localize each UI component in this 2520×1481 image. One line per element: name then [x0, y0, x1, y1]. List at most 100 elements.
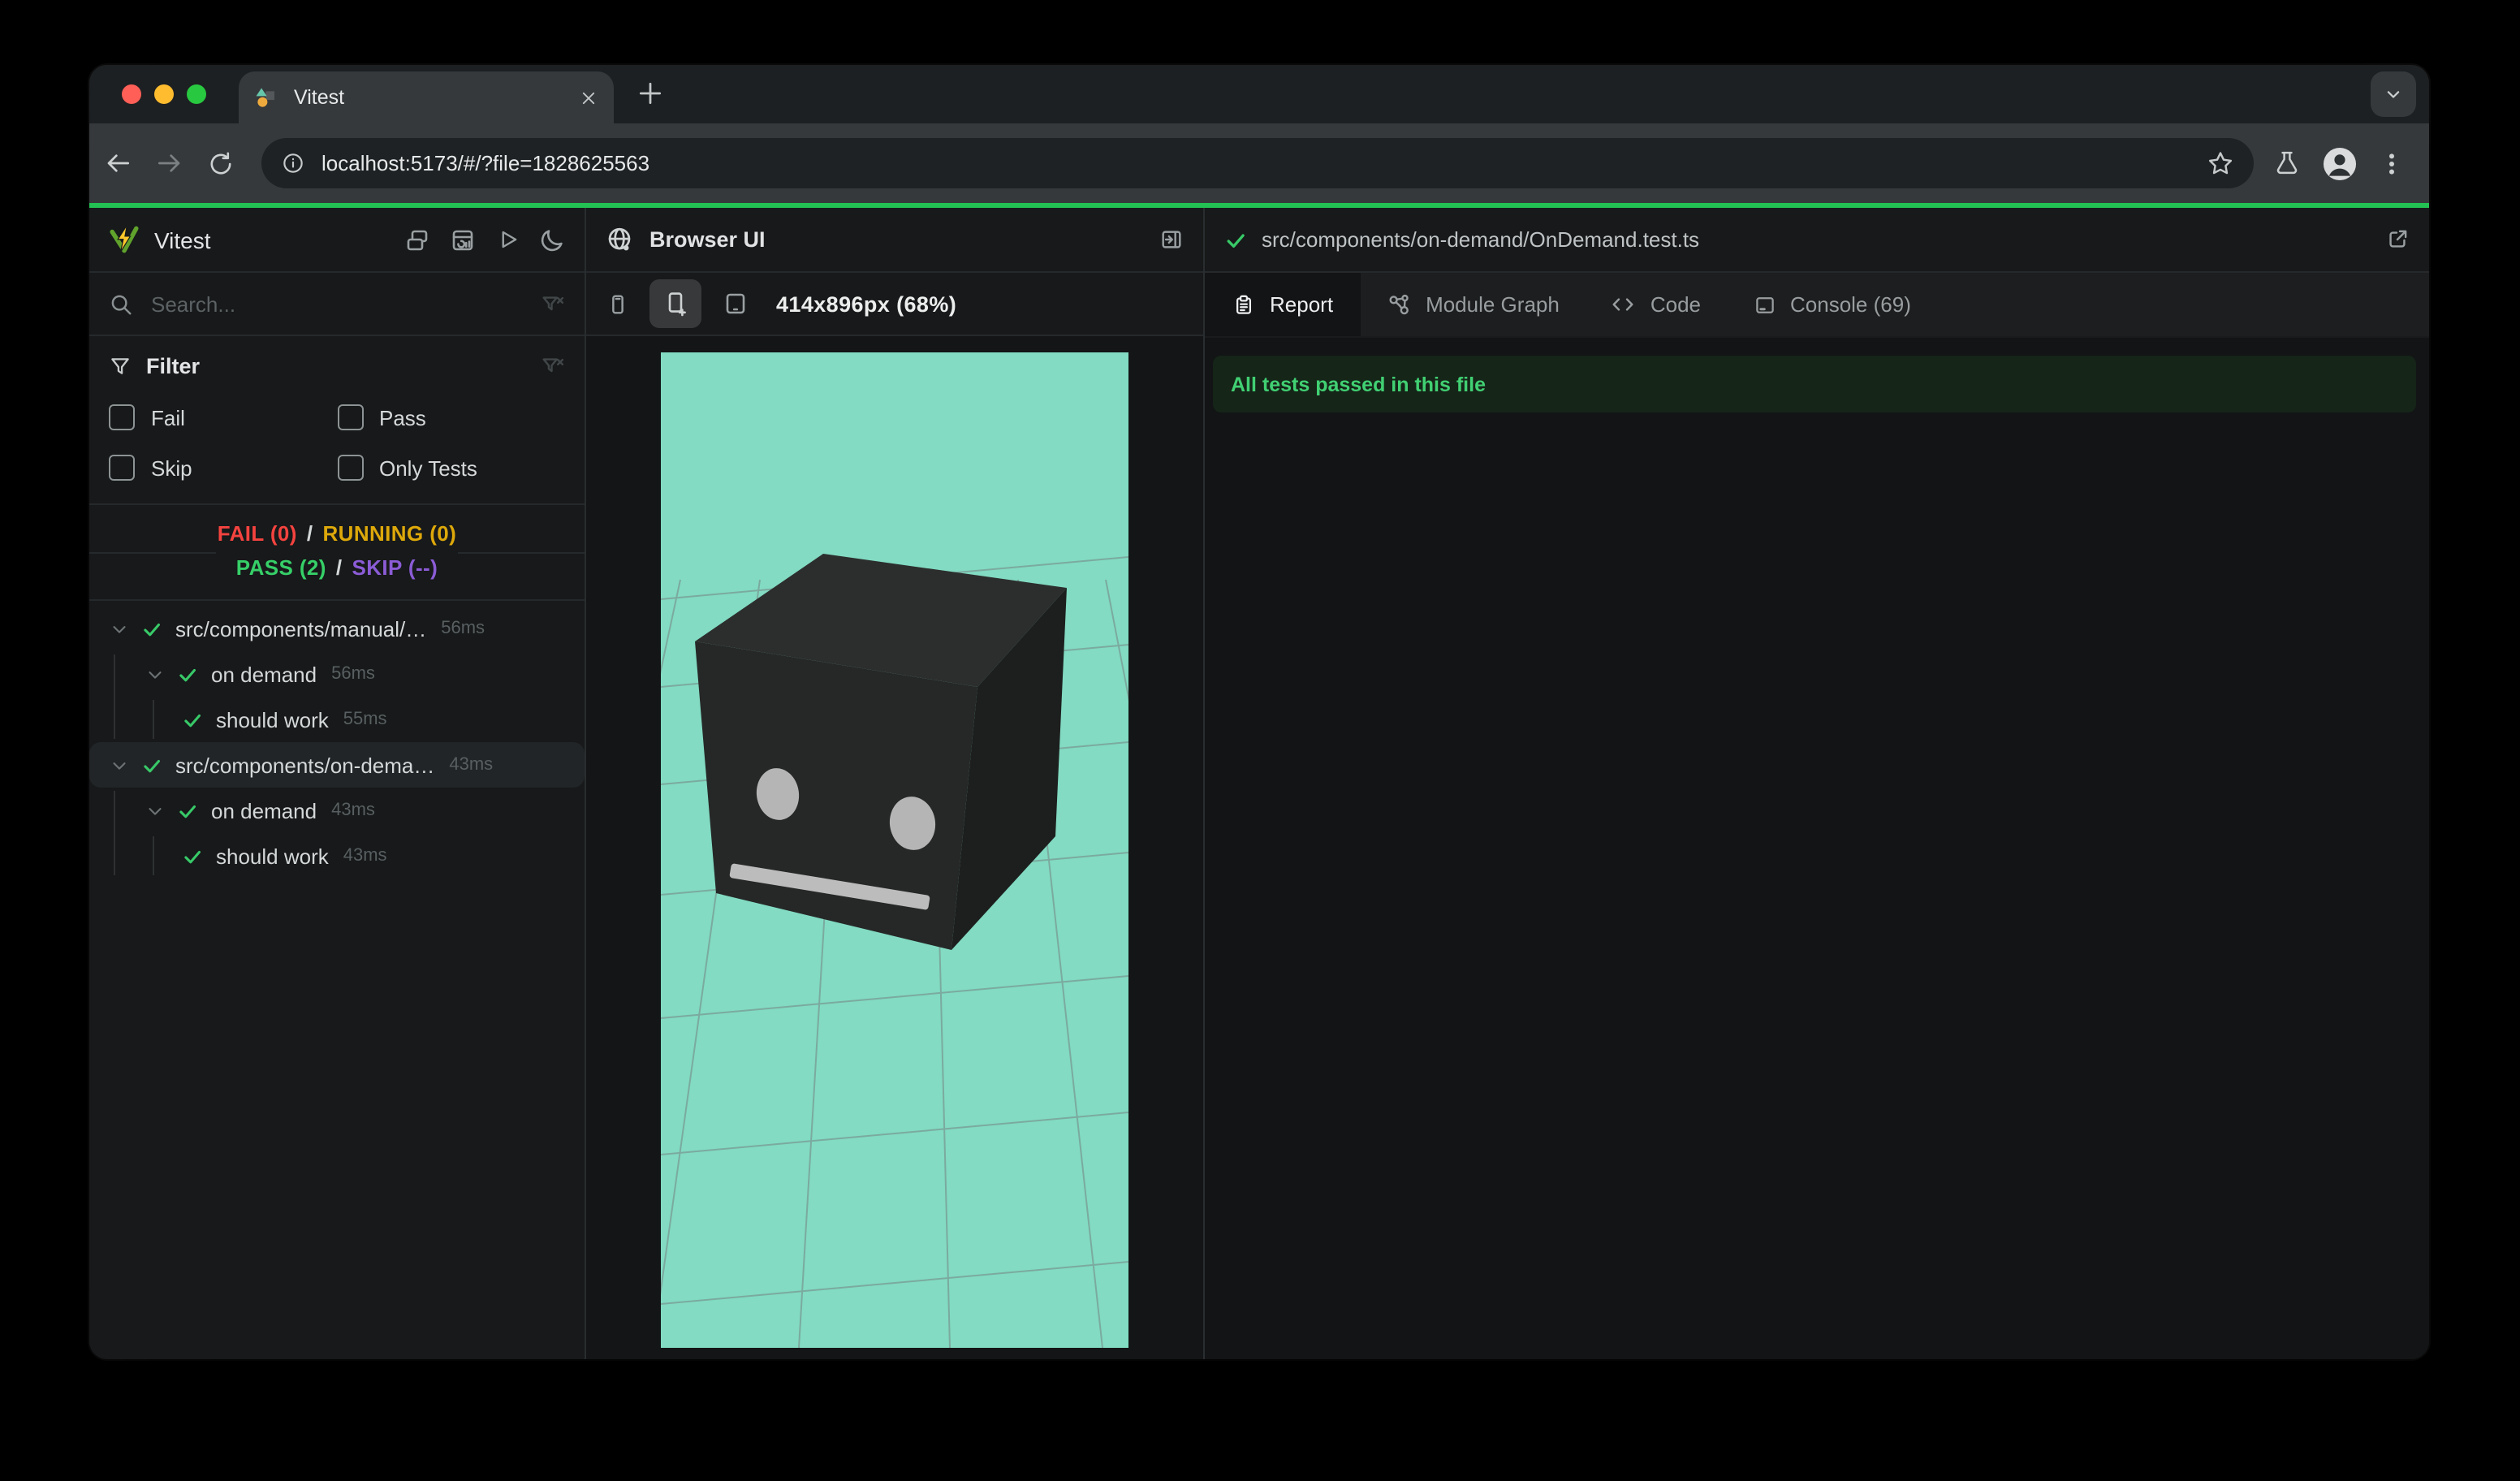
- tree-row-test[interactable]: should work 55ms: [89, 697, 585, 742]
- tree-row-suite[interactable]: on demand 56ms: [89, 651, 585, 697]
- test-tree: src/components/manual/… 56ms on demand 56ms…: [89, 601, 585, 1359]
- device-tablet-button[interactable]: [718, 279, 753, 328]
- search-icon: [111, 294, 132, 314]
- file-pass-check-icon: [1227, 233, 1245, 248]
- status-line2: PASS (2) / SKIP (--): [216, 551, 458, 585]
- tab-code-label: Code: [1650, 292, 1701, 317]
- status-part: SKIP (--): [352, 555, 438, 580]
- minimize-window-button[interactable]: [154, 84, 174, 104]
- mobile-plus-icon: [668, 292, 686, 317]
- report-tabs: Report Module Graph Code Console (69): [1205, 273, 2429, 338]
- close-window-button[interactable]: [122, 84, 141, 104]
- clear-search-filter-icon[interactable]: [541, 291, 565, 316]
- indent-guide: [153, 700, 154, 739]
- forward-button[interactable]: [154, 148, 185, 179]
- checkbox[interactable]: [109, 404, 135, 430]
- tree-row-test[interactable]: should work 43ms: [89, 833, 585, 879]
- filter-checkbox-fail[interactable]: Fail: [109, 404, 337, 430]
- device-mobile-button[interactable]: [599, 279, 635, 328]
- tree-row-file[interactable]: src/components/manual/… 56ms: [89, 606, 585, 651]
- tab-close-icon[interactable]: [580, 89, 598, 106]
- search-input[interactable]: [148, 290, 541, 317]
- tab-module-graph[interactable]: Module Graph: [1361, 273, 1586, 336]
- device-mobile-plus-button[interactable]: [649, 279, 701, 328]
- chevron-down-icon[interactable]: [145, 800, 166, 821]
- collapse-tests-icon[interactable]: [404, 227, 430, 253]
- tab-code[interactable]: Code: [1586, 273, 1727, 336]
- tab-strip: Vitest: [89, 65, 2429, 123]
- checkbox[interactable]: [337, 404, 363, 430]
- traffic-lights: [122, 84, 206, 104]
- dark-mode-moon-icon[interactable]: [539, 227, 565, 253]
- favicon-shapes-icon: [256, 87, 274, 106]
- open-in-editor-icon[interactable]: [2385, 227, 2410, 252]
- check-icon: [184, 713, 201, 727]
- status-part: /: [306, 521, 313, 546]
- chevron-down-icon[interactable]: [109, 754, 130, 775]
- indent-guide: [153, 836, 154, 875]
- check-icon: [184, 849, 201, 863]
- tab-report[interactable]: Report: [1205, 273, 1361, 336]
- tree-row-file[interactable]: src/components/on-dema… 43ms: [89, 742, 585, 788]
- url-bar[interactable]: localhost:5173/#/?file=1828625563: [261, 138, 2254, 188]
- module-graph-icon: [1389, 294, 1409, 315]
- filter-checkbox-pass[interactable]: Pass: [337, 404, 565, 430]
- zoom-window-button[interactable]: [187, 84, 206, 104]
- preview-viewport[interactable]: [661, 352, 1128, 1348]
- indent-guide: [114, 654, 115, 739]
- console-icon: [1755, 296, 1773, 313]
- tab-search-button[interactable]: [2371, 71, 2416, 117]
- report-panel: src/components/on-demand/OnDemand.test.t…: [1205, 208, 2429, 1359]
- tab-report-label: Report: [1270, 292, 1334, 317]
- browser-preview-area: [586, 336, 1203, 1359]
- check-icon: [179, 804, 196, 818]
- dashboard-icon[interactable]: [450, 227, 476, 253]
- checkbox[interactable]: [337, 455, 363, 481]
- filter-options: Fail Pass Skip Only Tests: [109, 404, 565, 481]
- run-all-icon[interactable]: [495, 227, 520, 252]
- clear-filter-icon[interactable]: [541, 354, 565, 378]
- device-toolbar: 414x896px (68%): [586, 273, 1203, 336]
- report-content: All tests passed in this file: [1205, 338, 2429, 1359]
- tree-row-suite[interactable]: on demand 43ms: [89, 788, 585, 833]
- clipboard-icon: [1236, 294, 1252, 313]
- new-tab-icon[interactable]: [636, 80, 664, 107]
- tab-console[interactable]: Console (69): [1727, 273, 1937, 336]
- globe-icon: [608, 227, 631, 251]
- sidebar: Vitest Filter: [89, 208, 586, 1359]
- status-line1: FAIL (0) / RUNNING (0): [197, 516, 477, 551]
- chevron-down-icon[interactable]: [145, 663, 166, 684]
- filter-funnel-icon: [111, 357, 129, 373]
- kebab-menu-icon[interactable]: [2379, 150, 2405, 176]
- file-header: src/components/on-demand/OnDemand.test.t…: [1205, 208, 2429, 273]
- experiments-flask-icon[interactable]: [2273, 149, 2301, 177]
- profile-avatar[interactable]: [2322, 145, 2358, 181]
- filter-title: Filter: [146, 354, 201, 378]
- tablet-icon: [726, 293, 745, 314]
- reload-button[interactable]: [206, 149, 235, 178]
- filter-checkbox-skip[interactable]: Skip: [109, 455, 337, 481]
- open-panel-right-icon[interactable]: [1159, 227, 1184, 252]
- browser-window: Vitest localhost:5173/#/?file=1828625563: [89, 65, 2429, 1359]
- code-icon: [1613, 298, 1634, 311]
- vitest-ui: Vitest Filter: [89, 208, 2429, 1359]
- status-part: FAIL (0): [217, 521, 297, 546]
- browser-tab[interactable]: Vitest: [239, 71, 614, 123]
- vitest-logo: [110, 225, 139, 253]
- site-info-icon[interactable]: [281, 151, 305, 175]
- checkbox[interactable]: [109, 455, 135, 481]
- app-title: Vitest: [154, 227, 211, 253]
- mobile-icon: [611, 294, 623, 313]
- check-icon: [144, 622, 160, 636]
- status-part: RUNNING (0): [322, 521, 457, 546]
- tab-console-label: Console (69): [1790, 292, 1911, 317]
- filter-section: Filter Fail Pass Skip Only Tests: [89, 336, 585, 505]
- chevron-down-icon[interactable]: [109, 618, 130, 639]
- bookmark-star-icon[interactable]: [2207, 149, 2234, 177]
- chevron-down-icon: [2387, 91, 2400, 98]
- status-part: PASS (2): [235, 555, 326, 580]
- back-button[interactable]: [102, 148, 133, 179]
- filter-checkbox-only-tests[interactable]: Only Tests: [337, 455, 565, 481]
- file-path: src/components/on-demand/OnDemand.test.t…: [1262, 227, 1700, 252]
- check-icon: [179, 667, 196, 681]
